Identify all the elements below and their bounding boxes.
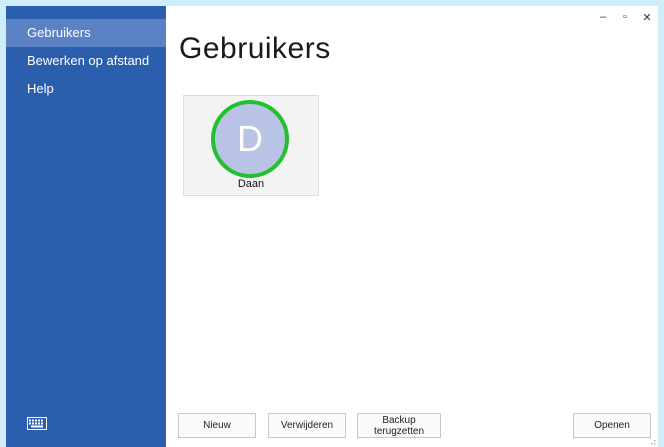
user-name: Daan xyxy=(237,178,265,190)
resize-grip-icon[interactable] xyxy=(648,437,656,445)
sidebar-item-bewerken-op-afstand[interactable]: Bewerken op afstand xyxy=(6,47,166,75)
delete-button[interactable]: Verwijderen xyxy=(268,413,346,438)
new-button[interactable]: Nieuw xyxy=(178,413,256,438)
sidebar-item-help[interactable]: Help xyxy=(6,75,166,103)
app-window: Gebruikers Bewerken op afstand Help – ▫ … xyxy=(0,0,664,447)
sidebar: Gebruikers Bewerken op afstand Help xyxy=(6,6,166,447)
maximize-button[interactable]: ▫ xyxy=(614,6,636,28)
close-button[interactable]: ✕ xyxy=(636,6,658,28)
restore-backup-button[interactable]: Backup terugzetten xyxy=(357,413,441,438)
sidebar-nav: Gebruikers Bewerken op afstand Help xyxy=(6,19,166,103)
minimize-button[interactable]: – xyxy=(592,6,614,28)
open-button[interactable]: Openen xyxy=(573,413,651,438)
page-title: Gebruikers xyxy=(179,32,331,65)
window-controls: – ▫ ✕ xyxy=(592,6,658,28)
main-panel: – ▫ ✕ Gebruikers D Daan Nieuw Verwijdere… xyxy=(166,6,658,447)
avatar-initial: D xyxy=(237,118,263,159)
keyboard-icon[interactable] xyxy=(27,417,47,430)
user-tile[interactable]: D Daan xyxy=(183,95,319,196)
sidebar-item-gebruikers[interactable]: Gebruikers xyxy=(6,19,166,47)
avatar: D xyxy=(211,100,289,178)
